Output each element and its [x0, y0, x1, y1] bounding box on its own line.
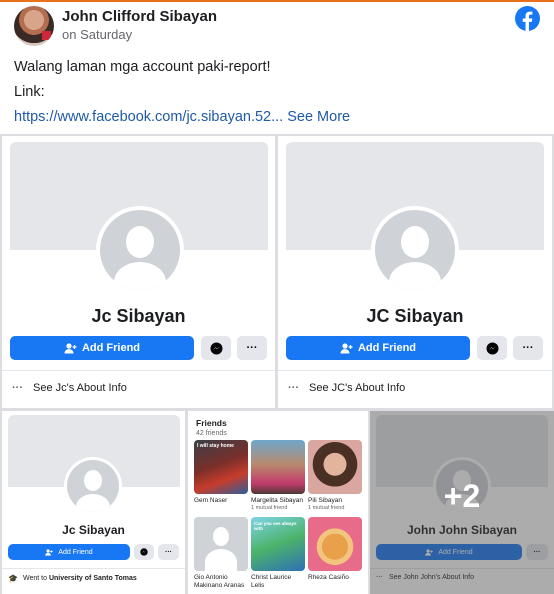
post-body: Walang laman mga account paki-report! Li…: [14, 57, 350, 132]
add-friend-icon: [45, 548, 54, 556]
friend-tile[interactable]: Rheza Casiño: [308, 517, 362, 582]
profile-picture: [371, 206, 459, 294]
friend-photo: [194, 517, 248, 571]
about-info-link[interactable]: ··· See Jc's About Info: [12, 382, 127, 394]
friend-tile[interactable]: Pili Sibayan 1 mutual friend: [308, 440, 362, 512]
more-button[interactable]: ···: [513, 336, 543, 360]
author-avatar[interactable]: [14, 6, 54, 46]
message-button[interactable]: [134, 544, 154, 560]
post-message: Walang laman mga account paki-report!: [14, 59, 271, 75]
friend-photo: [308, 440, 362, 494]
friend-name: Gem Naser: [194, 497, 228, 504]
friend-photo: Can you see always with: [251, 517, 305, 571]
add-friend-label: Add Friend: [58, 548, 93, 556]
messenger-icon: [486, 342, 498, 354]
profile-picture: [64, 457, 122, 515]
friend-name: Gio Antonio Makinano Aranas: [194, 574, 245, 589]
profile-picture: [96, 206, 184, 294]
author-name[interactable]: John Clifford Sibayan: [62, 8, 217, 25]
friend-name: Pili Sibayan: [308, 497, 342, 504]
add-friend-icon: [64, 342, 77, 353]
friends-count: 42 friends: [196, 430, 227, 437]
add-friend-button[interactable]: Add Friend: [10, 336, 194, 360]
friend-tile[interactable]: Gio Antonio Makinano Aranas: [194, 517, 248, 590]
message-button[interactable]: [201, 336, 231, 360]
friend-tile[interactable]: Can you see always with Christ Laurice L…: [251, 517, 305, 590]
friend-photo-caption: I will stay home: [197, 443, 234, 449]
more-icon: ···: [522, 342, 534, 354]
divider: [2, 370, 275, 371]
education-info: 🎓 Went to University of Santo Tomas: [8, 574, 137, 583]
friend-name: Rheza Casiño: [308, 574, 349, 581]
more-photos-count[interactable]: +2: [370, 478, 554, 515]
profile-name: Jc Sibayan: [62, 523, 125, 537]
post-time[interactable]: on Saturday: [62, 27, 132, 42]
friend-photo: I will stay home: [194, 440, 248, 494]
friends-title: Friends: [196, 418, 227, 428]
friend-mutual: 1 mutual friend: [251, 505, 288, 511]
more-icon: ···: [246, 342, 258, 354]
messenger-icon: [140, 548, 148, 556]
friend-photo: [308, 517, 362, 571]
add-friend-icon: [340, 342, 353, 353]
add-friend-button[interactable]: Add Friend: [8, 544, 130, 560]
friend-name: Margelita Sibayan: [251, 497, 304, 504]
profile-card-1[interactable]: Jc Sibayan Add Friend ··· ··· See Jc's A…: [2, 136, 275, 408]
messenger-icon: [210, 342, 222, 354]
post-header: John Clifford Sibayan on Saturday: [14, 6, 540, 46]
more-icon: ···: [165, 548, 172, 556]
add-friend-label: Add Friend: [357, 342, 417, 354]
about-info-link[interactable]: ··· See JC's About Info: [288, 382, 405, 394]
more-button[interactable]: ···: [158, 544, 179, 560]
friend-photo-caption: Can you see always with: [254, 521, 297, 531]
profile-card-2[interactable]: JC Sibayan Add Friend ··· ··· See JC's A…: [278, 136, 552, 408]
graduation-icon: 🎓: [8, 574, 18, 583]
friends-panel[interactable]: Friends 42 friends I will stay home Gem …: [188, 411, 368, 594]
profile-card-3[interactable]: Jc Sibayan Add Friend ··· 🎓 Went to Univ…: [2, 411, 185, 594]
divider: [278, 370, 552, 371]
profile-name: JC Sibayan: [366, 306, 464, 326]
friend-name: Christ Laurice Lelis: [251, 574, 292, 589]
about-info-label: See JC's About Info: [309, 382, 406, 394]
profile-name: Jc Sibayan: [91, 306, 186, 326]
message-button[interactable]: [477, 336, 507, 360]
link-label: Link:: [14, 84, 45, 100]
friend-mutual: 1 mutual friend: [308, 505, 345, 511]
add-friend-button[interactable]: Add Friend: [286, 336, 470, 360]
add-friend-label: Add Friend: [81, 342, 141, 354]
profile-link[interactable]: https://www.facebook.com/jc.sibayan.52..…: [14, 109, 283, 125]
friend-photo: [251, 440, 305, 494]
education-school[interactable]: University of Santo Tomas: [49, 575, 137, 582]
divider: [2, 568, 185, 569]
more-button[interactable]: ···: [237, 336, 267, 360]
top-accent-line: [0, 0, 554, 2]
dots-icon: ···: [288, 382, 299, 394]
see-more-link[interactable]: See More: [287, 109, 350, 125]
facebook-icon: [515, 6, 540, 31]
education-prefix: Went to: [22, 575, 47, 582]
dots-icon: ···: [12, 382, 23, 394]
friend-tile[interactable]: I will stay home Gem Naser: [194, 440, 248, 505]
friend-tile[interactable]: Margelita Sibayan 1 mutual friend: [251, 440, 305, 512]
about-info-label: See Jc's About Info: [33, 382, 127, 394]
